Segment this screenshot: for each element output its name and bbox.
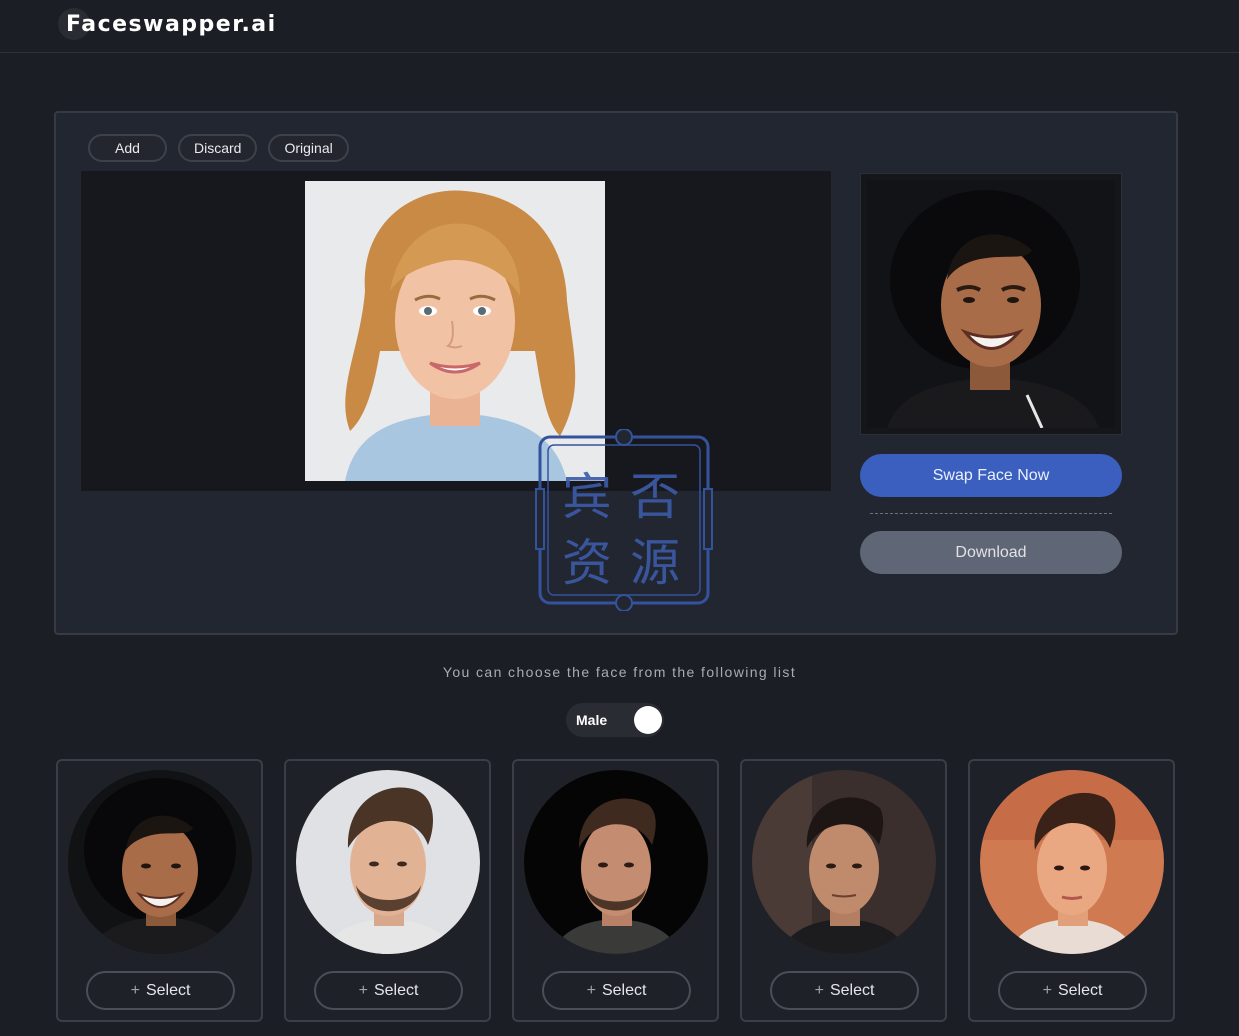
toggle-knob bbox=[634, 706, 662, 734]
select-face-button[interactable]: + Select bbox=[770, 971, 919, 1010]
select-label: Select bbox=[601, 981, 647, 999]
plus-icon: + bbox=[1042, 981, 1052, 999]
plus-icon: + bbox=[358, 981, 368, 999]
swap-panel: Add Discard Original Swap Face Now Downl… bbox=[54, 111, 1178, 635]
face-avatar[interactable] bbox=[752, 770, 936, 954]
face-card: + Select bbox=[512, 759, 719, 1022]
download-button[interactable]: Download bbox=[860, 531, 1122, 574]
face-card: + Select bbox=[56, 759, 263, 1022]
image-canvas[interactable] bbox=[81, 171, 831, 491]
watermark-char: 源 bbox=[630, 534, 680, 592]
face-card: + Select bbox=[740, 759, 947, 1022]
select-face-button[interactable]: + Select bbox=[86, 971, 235, 1010]
select-face-button[interactable]: + Select bbox=[542, 971, 691, 1010]
face-list-prompt: You can choose the face from the followi… bbox=[442, 664, 797, 680]
face-portrait-image bbox=[296, 770, 480, 954]
target-photo bbox=[305, 181, 605, 481]
face-card: + Select bbox=[968, 759, 1175, 1022]
face-portrait-image bbox=[68, 770, 252, 954]
original-button[interactable]: Original bbox=[268, 134, 349, 162]
dashed-divider bbox=[870, 513, 1112, 514]
face-avatar[interactable] bbox=[296, 770, 480, 954]
top-header: Faceswapper.ai bbox=[0, 0, 1239, 53]
face-avatar[interactable] bbox=[68, 770, 252, 954]
select-label: Select bbox=[145, 981, 191, 999]
discard-button[interactable]: Discard bbox=[178, 134, 258, 162]
select-label: Select bbox=[1057, 981, 1103, 999]
select-face-button[interactable]: + Select bbox=[314, 971, 463, 1010]
gender-toggle[interactable]: Male bbox=[566, 703, 664, 737]
logo-text: Faceswapper.ai bbox=[66, 11, 277, 37]
source-portrait-image bbox=[867, 180, 1115, 428]
face-card: + Select bbox=[284, 759, 491, 1022]
add-button[interactable]: Add bbox=[88, 134, 167, 162]
target-portrait-image bbox=[305, 181, 605, 481]
source-photo bbox=[867, 180, 1115, 428]
select-label: Select bbox=[829, 981, 875, 999]
select-label: Select bbox=[373, 981, 419, 999]
toolbar: Add Discard Original bbox=[88, 134, 349, 162]
plus-icon: + bbox=[586, 981, 596, 999]
source-face-frame[interactable] bbox=[860, 173, 1122, 435]
face-portrait-image bbox=[752, 770, 936, 954]
face-portrait-image bbox=[524, 770, 708, 954]
face-portrait-image bbox=[980, 770, 1164, 954]
plus-icon: + bbox=[130, 981, 140, 999]
face-avatar[interactable] bbox=[524, 770, 708, 954]
gender-toggle-label: Male bbox=[576, 712, 608, 728]
select-face-button[interactable]: + Select bbox=[998, 971, 1147, 1010]
watermark-char: 资 bbox=[562, 534, 612, 592]
face-avatar[interactable] bbox=[980, 770, 1164, 954]
swap-face-button[interactable]: Swap Face Now bbox=[860, 454, 1122, 497]
plus-icon: + bbox=[814, 981, 824, 999]
logo[interactable]: Faceswapper.ai bbox=[58, 6, 275, 42]
